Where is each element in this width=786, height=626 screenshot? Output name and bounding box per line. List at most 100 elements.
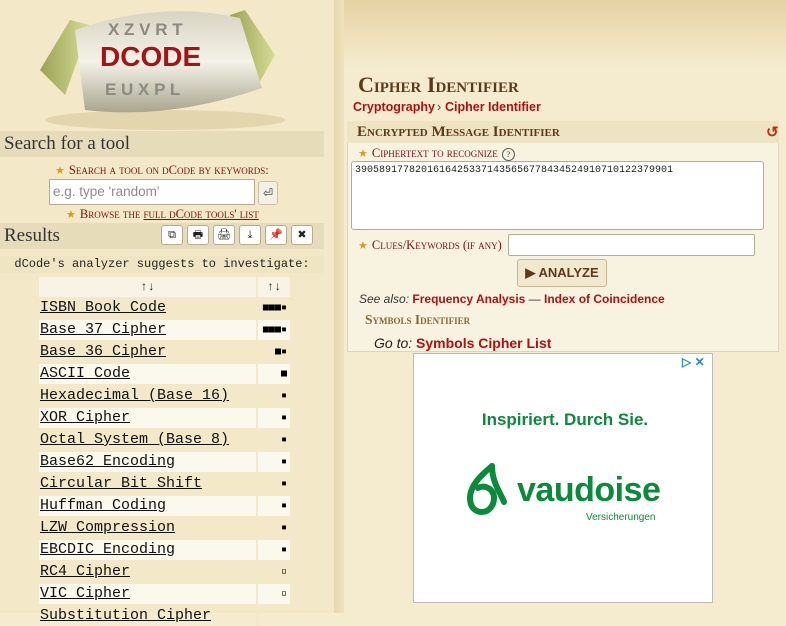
result-row[interactable]: VIC Cipher ▫ bbox=[39, 584, 290, 604]
ciphertext-label-text: Ciphertext to recognize bbox=[371, 146, 498, 160]
result-row[interactable]: EBCDIC Encoding ▪ bbox=[39, 540, 290, 560]
page-title: Cipher Identifier bbox=[358, 72, 519, 97]
help-icon[interactable]: ? bbox=[501, 147, 515, 161]
search-heading: Search for a tool bbox=[0, 131, 324, 157]
result-score: ■■■▪ bbox=[262, 302, 287, 313]
frequency-analysis-link[interactable]: Frequency Analysis bbox=[412, 292, 525, 306]
result-name-link[interactable]: ISBN Book Code bbox=[40, 298, 166, 318]
result-name-link[interactable]: XOR Cipher bbox=[40, 408, 130, 428]
result-name-link[interactable]: Hexadecimal (Base 16) bbox=[40, 386, 229, 406]
search-submit-button[interactable]: ⏎ bbox=[258, 181, 278, 205]
logo-brand: DCODE bbox=[100, 41, 201, 72]
see-also-dash: — bbox=[528, 292, 541, 306]
result-name-link[interactable]: Octal System (Base 8) bbox=[40, 430, 229, 450]
search-label-text: Search a tool on dCode by keywords: bbox=[68, 163, 269, 177]
browse-link-text[interactable]: full dCode tools' list bbox=[143, 207, 258, 221]
result-row[interactable]: Base62 Encoding ▪ bbox=[39, 452, 290, 472]
parchment-header bbox=[344, 0, 786, 70]
dcode-logo[interactable]: X Z V R T DCODE E U X P L bbox=[30, 0, 300, 130]
result-row[interactable]: RC4 Cipher ▫ bbox=[39, 562, 290, 582]
column-separator bbox=[256, 364, 258, 384]
result-score: ▪ bbox=[280, 412, 287, 423]
column-separator bbox=[256, 606, 258, 626]
column-separator bbox=[256, 452, 258, 472]
see-also-label: See also: bbox=[359, 292, 410, 306]
breadcrumb-cipher-identifier[interactable]: Cipher Identifier bbox=[445, 100, 541, 114]
column-separator bbox=[256, 342, 258, 362]
result-name-link[interactable]: Circular Bit Shift bbox=[40, 474, 202, 494]
result-row[interactable]: Hexadecimal (Base 16) ▪ bbox=[39, 386, 290, 406]
result-name-link[interactable]: EBCDIC Encoding bbox=[40, 540, 175, 560]
sort-name-button[interactable]: ↑↓ bbox=[39, 277, 256, 297]
see-also: See also: Frequency Analysis — Index of … bbox=[359, 292, 665, 306]
result-name-link[interactable]: LZW Compression bbox=[40, 518, 175, 538]
column-separator bbox=[256, 496, 258, 516]
download-icon[interactable]: ⤓ bbox=[239, 225, 261, 245]
result-name-link[interactable]: VIC Cipher bbox=[40, 584, 130, 604]
ciphertext-label: ★ Ciphertext to recognize? bbox=[358, 146, 515, 161]
column-separator bbox=[256, 386, 258, 406]
column-separator bbox=[256, 584, 258, 604]
reset-icon[interactable]: ↺ bbox=[766, 123, 779, 141]
results-heading: Results bbox=[4, 225, 60, 246]
ad-subtitle: Versicherungen bbox=[586, 512, 656, 523]
result-row[interactable]: Base 37 Cipher ■■■▪ bbox=[39, 320, 290, 340]
result-score: ▪ bbox=[280, 544, 287, 555]
star-icon: ★ bbox=[358, 148, 368, 160]
print-icon[interactable]: 🖨 bbox=[213, 225, 235, 245]
logo-bottom-letters: E U X P L bbox=[105, 80, 180, 99]
breadcrumb-cryptography[interactable]: Cryptography bbox=[353, 100, 435, 114]
close-icon[interactable]: ✖ bbox=[291, 225, 313, 245]
result-score: ■ bbox=[280, 368, 287, 379]
identifier-title: Encrypted Message Identifier bbox=[357, 124, 560, 140]
column-separator bbox=[256, 430, 258, 450]
search-input[interactable]: e.g. type 'random' bbox=[49, 179, 255, 205]
result-name-link[interactable]: Substitution Cipher bbox=[40, 606, 211, 626]
result-name-link[interactable]: Base 36 Cipher bbox=[40, 342, 166, 362]
result-name-link[interactable]: ASCII Code bbox=[40, 364, 130, 384]
copy-icon[interactable]: ⧉ bbox=[161, 225, 183, 245]
result-row[interactable]: Circular Bit Shift ▪ bbox=[39, 474, 290, 494]
star-icon: ★ bbox=[66, 209, 76, 221]
result-row[interactable]: Base 36 Cipher ■▪ bbox=[39, 342, 290, 362]
star-icon: ★ bbox=[55, 165, 65, 177]
result-row[interactable]: ISBN Book Code ■■■▪ bbox=[39, 298, 290, 318]
result-score: ▪ bbox=[280, 456, 287, 467]
browse-tools-link[interactable]: ★ Browse the full dCode tools' list bbox=[66, 207, 259, 222]
ciphertext-input[interactable]: 3905891778201616425337143565677843452491… bbox=[351, 161, 764, 230]
vaudoise-logo-icon bbox=[466, 463, 507, 516]
breadcrumb-separator: › bbox=[437, 100, 442, 114]
ad-close-icons[interactable]: ▷ ✕ bbox=[682, 355, 705, 369]
symbols-cipher-list-link[interactable]: Symbols Cipher List bbox=[416, 335, 551, 351]
index-of-coincidence-link[interactable]: Index of Coincidence bbox=[544, 292, 665, 306]
result-row[interactable]: XOR Cipher ▪ bbox=[39, 408, 290, 428]
ad-tagline: Inspiriert. Durch Sie. bbox=[481, 410, 649, 429]
result-name-link[interactable]: RC4 Cipher bbox=[40, 562, 130, 582]
result-score: ▪ bbox=[280, 478, 287, 489]
screenshot-icon[interactable]: 🖶 bbox=[187, 225, 209, 245]
result-row[interactable]: Substitution Cipher bbox=[39, 606, 290, 626]
star-icon: ★ bbox=[358, 240, 368, 252]
result-score: ■■■▪ bbox=[262, 324, 287, 335]
result-name-link[interactable]: Base 37 Cipher bbox=[40, 320, 166, 340]
result-score: ▪ bbox=[280, 390, 287, 401]
search-label: ★ Search a tool on dCode by keywords: bbox=[55, 163, 269, 178]
analyzer-suggestion: dCode's analyzer suggests to investigate… bbox=[0, 255, 324, 273]
column-separator bbox=[256, 562, 258, 582]
result-name-link[interactable]: Huffman Coding bbox=[40, 496, 166, 516]
result-row[interactable]: LZW Compression ▪ bbox=[39, 518, 290, 538]
browse-prefix: Browse the bbox=[79, 207, 141, 221]
result-row[interactable]: ASCII Code ■ bbox=[39, 364, 290, 384]
pin-icon[interactable]: 📌 bbox=[265, 225, 287, 245]
goto-label: Go to: bbox=[374, 335, 413, 351]
sort-score-button[interactable]: ↑↓ bbox=[258, 277, 290, 297]
result-row[interactable]: Octal System (Base 8) ▪ bbox=[39, 430, 290, 450]
ad-brand: vaudoise bbox=[517, 471, 661, 509]
result-name-link[interactable]: Base62 Encoding bbox=[40, 452, 175, 472]
symbols-identifier-heading: Symbols Identifier bbox=[365, 312, 471, 327]
sidebar-divider bbox=[334, 0, 344, 613]
column-separator bbox=[256, 320, 258, 340]
clues-input[interactable] bbox=[508, 234, 755, 256]
analyze-button[interactable]: ▶ ANALYZE bbox=[517, 259, 607, 287]
result-row[interactable]: Huffman Coding ▪ bbox=[39, 496, 290, 516]
